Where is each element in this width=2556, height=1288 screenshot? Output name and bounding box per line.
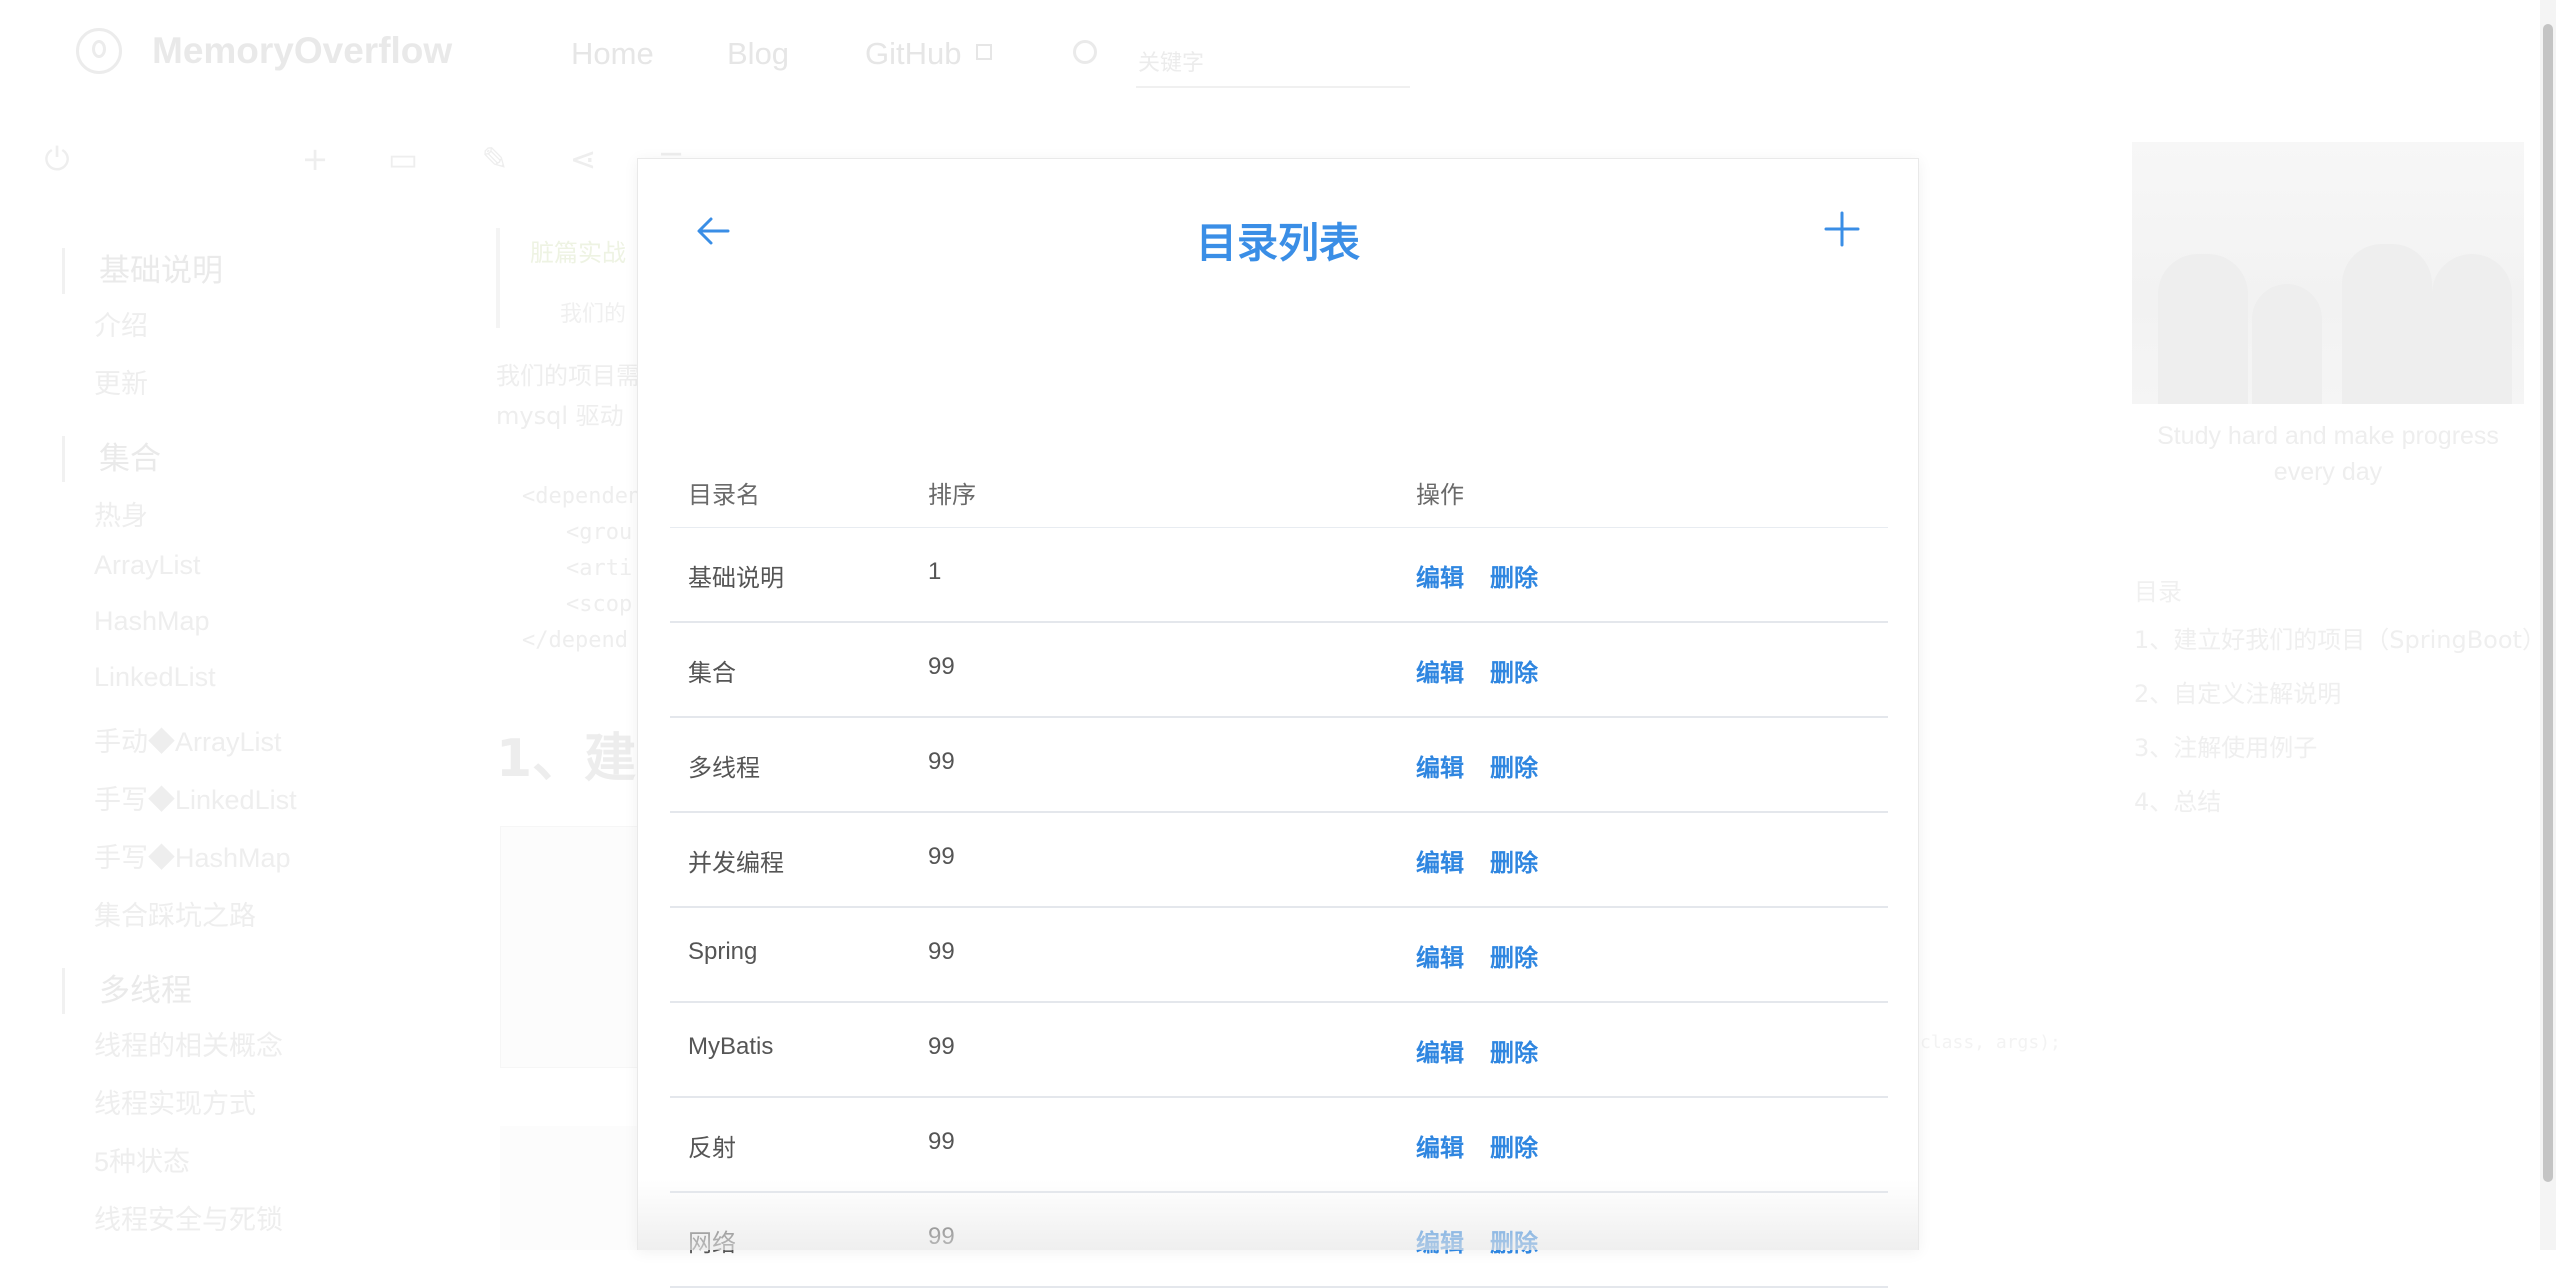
table-row: 反射 99 编辑 删除: [670, 1098, 1888, 1193]
catalog-name: 集合: [688, 659, 736, 687]
sidebar-item[interactable]: HashMap: [94, 606, 210, 637]
catalog-name: Spring: [688, 938, 758, 965]
modal-title: 目录列表: [1196, 219, 1360, 267]
column-header-name: 目录名: [688, 481, 760, 509]
column-header-order: 排序: [928, 481, 976, 509]
toc-item[interactable]: 4、总结: [2134, 782, 2221, 817]
sidebar-group-title: 集合: [62, 436, 161, 482]
catalog-name: 反射: [688, 1134, 736, 1162]
catalog-order: 99: [928, 1033, 955, 1060]
toc-item[interactable]: 1、建立好我们的项目（SpringBoot）: [2134, 620, 2546, 655]
sidebar-item[interactable]: 更新: [94, 362, 148, 401]
top-navbar: MemoryOverflow Home Blog GitHub: [0, 0, 2540, 110]
brand-name[interactable]: MemoryOverflow: [152, 30, 452, 72]
delete-button[interactable]: 删除: [1490, 748, 1538, 783]
article-screenshot: [500, 826, 642, 1068]
code-fragment: class, args);: [1920, 1032, 2061, 1053]
share-icon[interactable]: ⋖: [566, 142, 600, 176]
edit-button[interactable]: 编辑: [1416, 748, 1464, 783]
table-row: Spring 99 编辑 删除: [670, 908, 1888, 1003]
folder-icon[interactable]: ▭: [386, 142, 420, 176]
catalog-name: 并发编程: [688, 849, 784, 877]
edit-button[interactable]: 编辑: [1416, 843, 1464, 878]
catalog-order: 99: [928, 938, 955, 965]
edit-button[interactable]: 编辑: [1416, 558, 1464, 593]
delete-button[interactable]: 删除: [1490, 653, 1538, 688]
catalog-order: 1: [928, 558, 942, 585]
code-line: <dependen: [522, 484, 642, 509]
toc-item[interactable]: 3、注解使用例子: [2134, 728, 2317, 763]
table-header: 目录名 排序 操作: [670, 449, 1888, 528]
catalog-name: MyBatis: [688, 1033, 774, 1060]
catalog-name: 基础说明: [688, 564, 784, 592]
catalog-order: 99: [928, 1128, 955, 1155]
sidebar-item[interactable]: ArrayList: [94, 550, 201, 581]
search-icon: [1073, 40, 1097, 64]
sidebar-item[interactable]: 热身: [94, 494, 148, 533]
catalog-order: 99: [928, 653, 955, 680]
edit-button[interactable]: 编辑: [1416, 938, 1464, 973]
table-row: MyBatis 99 编辑 删除: [670, 1003, 1888, 1098]
search-input[interactable]: [1136, 40, 1410, 88]
sidebar-item[interactable]: LinkedList: [94, 662, 216, 693]
article-paragraph: 我们的项目需 mysql 驱动: [496, 362, 640, 430]
delete-button[interactable]: 删除: [1490, 1033, 1538, 1068]
code-line: <scop: [566, 592, 633, 617]
power-icon[interactable]: ⏻: [40, 142, 74, 176]
code-line: <arti: [566, 556, 633, 581]
sidebar-item[interactable]: 手写◆HashMap: [94, 836, 291, 875]
table-row: 集合 99 编辑 删除: [670, 623, 1888, 718]
catalog-list-modal: 目录列表 目录名 排序 操作 基础说明 1 编辑 删除 集合 99 编辑 删除 …: [637, 158, 1919, 1288]
sidebar-item[interactable]: 手写◆LinkedList: [94, 778, 297, 817]
code-line: </depend: [522, 628, 628, 653]
article-quote-title: 脏篇实战: [530, 239, 626, 267]
code-line: <grou: [566, 520, 633, 545]
sidebar-item[interactable]: 手动◆ArrayList: [94, 720, 282, 759]
delete-button[interactable]: 删除: [1490, 558, 1538, 593]
nav-blog-link[interactable]: Blog: [727, 36, 789, 72]
nav-home-link[interactable]: Home: [571, 36, 654, 72]
modal-bottom-shade: [638, 1180, 1918, 1250]
banner-caption: Study hard and make progress every day: [2157, 422, 2499, 486]
edit-button[interactable]: 编辑: [1416, 1128, 1464, 1163]
table-row: 并发编程 99 编辑 删除: [670, 813, 1888, 908]
table-row: 基础说明 1 编辑 删除: [670, 528, 1888, 623]
catalog-name: 多线程: [688, 754, 760, 782]
sidebar-item[interactable]: 线程实现方式: [94, 1082, 256, 1121]
sidebar-item[interactable]: 5种状态: [94, 1140, 190, 1179]
delete-button[interactable]: 删除: [1490, 843, 1538, 878]
external-link-icon: [976, 44, 992, 60]
toc-item[interactable]: 2、自定义注解说明: [2134, 674, 2341, 709]
delete-button[interactable]: 删除: [1490, 938, 1538, 973]
add-icon[interactable]: +: [298, 142, 332, 176]
banner-photo: [2132, 142, 2524, 404]
sidebar-group-title: 多线程: [62, 968, 192, 1014]
catalog-table: 目录名 排序 操作 基础说明 1 编辑 删除 集合 99 编辑 删除 多线程 9…: [670, 449, 1888, 1288]
sidebar-item[interactable]: 线程安全与死锁: [94, 1198, 283, 1237]
sidebar-item[interactable]: 集合踩坑之路: [94, 894, 256, 933]
catalog-order: 99: [928, 843, 955, 870]
edit-icon[interactable]: ✎: [478, 142, 512, 176]
column-header-actions: 操作: [1416, 481, 1464, 509]
article-screenshot: [500, 1126, 640, 1250]
sidebar-item[interactable]: 介绍: [94, 304, 148, 343]
catalog-order: 99: [928, 748, 955, 775]
table-row: 多线程 99 编辑 删除: [670, 718, 1888, 813]
delete-button[interactable]: 删除: [1490, 1128, 1538, 1163]
brand-logo-icon[interactable]: [76, 28, 122, 74]
article-quote-text: 我们的: [560, 302, 627, 327]
sidebar-group-title: 基础说明: [62, 248, 223, 294]
sidebar-item[interactable]: 线程的相关概念: [94, 1024, 283, 1063]
toc-title: 目录: [2134, 578, 2182, 606]
nav-github-link[interactable]: GitHub: [865, 36, 961, 72]
edit-button[interactable]: 编辑: [1416, 653, 1464, 688]
scrollbar-thumb[interactable]: [2543, 24, 2553, 1182]
edit-button[interactable]: 编辑: [1416, 1033, 1464, 1068]
